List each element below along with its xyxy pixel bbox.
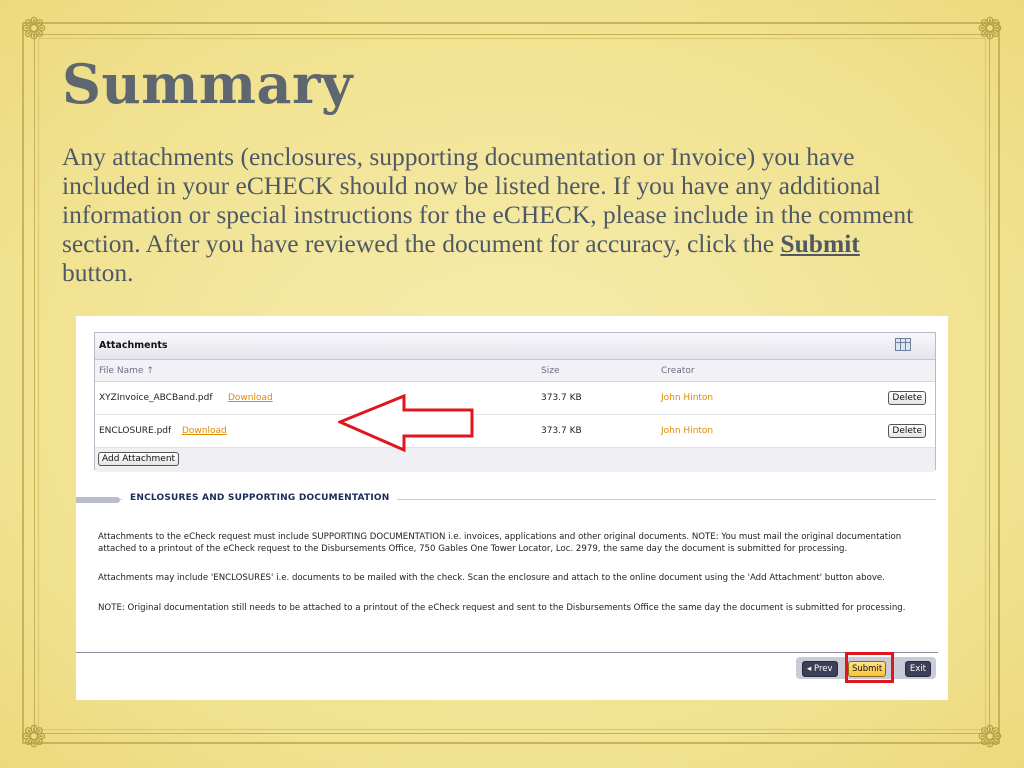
file-size: 373.7 KB xyxy=(541,426,582,436)
attachments-panel: Attachments File Name ↑ Size Creator XYZ… xyxy=(94,332,936,472)
corner-ornament-icon: ❁ xyxy=(977,720,1003,755)
attachments-column-headers: File Name ↑ Size Creator xyxy=(95,360,935,382)
corner-ornament-icon: ❁ xyxy=(977,12,1003,47)
attachments-title: Attachments xyxy=(99,340,168,351)
exit-button[interactable]: Exit xyxy=(904,661,931,677)
download-link[interactable]: Download xyxy=(228,393,273,403)
column-size[interactable]: Size xyxy=(541,366,559,376)
file-creator[interactable]: John Hinton xyxy=(661,426,713,436)
section-paragraph: Attachments to the eCheck request must i… xyxy=(98,532,902,554)
corner-ornament-icon: ❁ xyxy=(21,720,47,755)
slide-body-text: Any attachments (enclosures, supporting … xyxy=(62,142,932,287)
section-paragraph: Attachments may include 'ENCLOSURES' i.e… xyxy=(98,573,885,583)
add-attachment-button[interactable]: Add Attachment xyxy=(98,452,180,466)
corner-ornament-icon: ❁ xyxy=(21,12,47,47)
file-name: XYZInvoice_ABCBand.pdf xyxy=(99,393,213,403)
table-row: ENCLOSURE.pdf Download 373.7 KB John Hin… xyxy=(95,415,935,448)
delete-button[interactable]: Delete xyxy=(888,424,926,438)
column-creator[interactable]: Creator xyxy=(661,366,695,376)
download-link[interactable]: Download xyxy=(182,426,227,436)
file-creator[interactable]: John Hinton xyxy=(661,393,713,403)
file-name: ENCLOSURE.pdf xyxy=(99,426,172,436)
prev-button[interactable]: ◂ Prev xyxy=(802,661,838,677)
section-paragraph: NOTE: Original documentation still needs… xyxy=(98,603,906,613)
red-arrow-icon xyxy=(338,394,474,453)
delete-button[interactable]: Delete xyxy=(888,391,926,405)
section-title: ENCLOSURES AND SUPPORTING DOCUMENTATION xyxy=(122,493,398,503)
section-tab-marker xyxy=(76,497,120,503)
echeck-screenshot: Attachments File Name ↑ Size Creator XYZ… xyxy=(76,316,948,700)
slide-title: Summary xyxy=(62,52,353,116)
body-text-end: button. xyxy=(62,258,134,287)
submit-highlight-box xyxy=(845,652,894,683)
attachments-header: Attachments xyxy=(95,333,935,360)
file-size: 373.7 KB xyxy=(541,393,582,403)
attachments-footer: Add Attachment xyxy=(95,448,935,472)
submit-emphasis: Submit xyxy=(780,229,860,258)
table-row: XYZInvoice_ABCBand.pdf Download 373.7 KB… xyxy=(95,382,935,415)
table-settings-icon[interactable] xyxy=(895,338,911,351)
column-file-name[interactable]: File Name ↑ xyxy=(99,366,154,376)
